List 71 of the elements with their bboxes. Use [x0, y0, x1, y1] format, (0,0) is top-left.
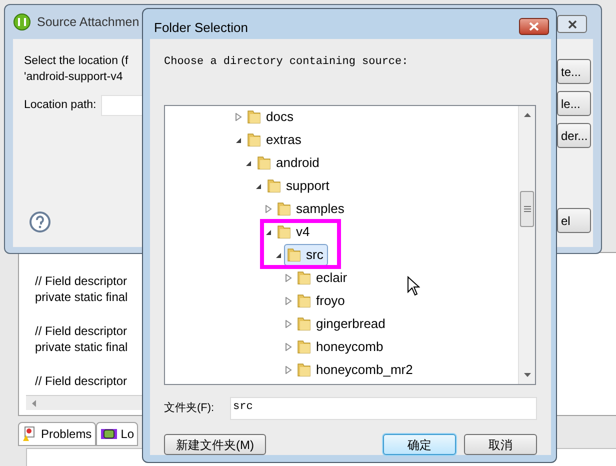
tree-item[interactable]: honeycomb: [294, 336, 388, 358]
dialog-title: Folder Selection: [154, 19, 248, 37]
folder-icon: [256, 155, 272, 171]
expanded-arrow-icon[interactable]: [255, 182, 262, 190]
close-button[interactable]: [557, 15, 587, 33]
dialog-button[interactable]: 取消: [464, 434, 537, 455]
tree-item[interactable]: froyo: [294, 290, 350, 312]
folder-tree[interactable]: docs extras android support samples v4 src eclair froyo gingerbread honeycomb honeycomb_mr2: [164, 104, 536, 385]
grip-icon: [524, 206, 530, 212]
folder-icon: [296, 316, 312, 332]
collapsed-arrow-icon[interactable]: [265, 205, 272, 213]
code-line: // Field descriptor: [35, 273, 128, 289]
side-button[interactable]: le...: [557, 91, 591, 116]
collapsed-arrow-icon[interactable]: [285, 366, 292, 374]
collapsed-arrow-icon[interactable]: [235, 113, 242, 121]
expanded-arrow-icon[interactable]: [235, 136, 242, 144]
folder-icon: [266, 178, 282, 194]
scroll-down-icon[interactable]: [524, 373, 531, 377]
tree-item[interactable]: honeycomb_mr2: [294, 359, 418, 381]
message-text: 'android-support-v4: [24, 70, 123, 85]
mouse-cursor-icon: [407, 276, 420, 296]
collapsed-arrow-icon[interactable]: [285, 320, 292, 328]
code-line: private static final: [35, 289, 128, 305]
tree-item[interactable]: src: [284, 244, 328, 266]
tree-item[interactable]: support: [264, 175, 334, 197]
app-logo-icon: [13, 13, 31, 32]
scroll-up-icon[interactable]: [524, 112, 531, 116]
folder-icon: [296, 293, 312, 309]
expanded-arrow-icon[interactable]: [275, 252, 282, 258]
code-line: // Field descriptor: [35, 373, 128, 389]
dialog-button[interactable]: 确定: [383, 434, 456, 455]
window-title: Source Attachmen: [37, 14, 140, 31]
folder-icon: [296, 270, 312, 286]
tree-item[interactable]: extras: [244, 129, 306, 151]
collapsed-arrow-icon[interactable]: [285, 343, 292, 351]
help-icon[interactable]: [29, 211, 51, 233]
scroll-left-icon[interactable]: [32, 400, 37, 407]
folder-icon: [296, 362, 312, 378]
tree-item[interactable]: eclair: [294, 267, 352, 289]
tree-item[interactable]: samples: [274, 198, 350, 220]
scroll-thumb[interactable]: [520, 190, 534, 226]
folder-label: 文件夹(F):: [164, 400, 216, 416]
collapsed-arrow-icon[interactable]: [285, 297, 292, 305]
folder-icon: [246, 109, 262, 125]
location-label: Location path:: [24, 98, 96, 113]
tree-item[interactable]: gingerbread: [294, 313, 390, 335]
folder-name-field[interactable]: src: [230, 397, 537, 420]
dialog-prompt: Choose a directory containing source:: [164, 55, 410, 70]
folder-icon: [276, 201, 292, 217]
folder-icon: [296, 339, 312, 355]
vertical-scrollbar[interactable]: [518, 106, 535, 384]
message-text: Select the location (f: [24, 54, 128, 69]
folder-icon: [276, 224, 292, 240]
expanded-arrow-icon[interactable]: [245, 160, 252, 166]
view-tab[interactable]: Problems: [18, 422, 96, 446]
tree-item[interactable]: docs: [244, 106, 298, 128]
tree-item[interactable]: android: [254, 152, 324, 174]
side-button[interactable]: der...: [557, 123, 591, 148]
code-line: private static final: [35, 339, 128, 355]
folder-icon: [286, 247, 302, 263]
close-icon: [529, 22, 539, 31]
view-tab[interactable]: Lo: [96, 422, 138, 446]
code-line: // Field descriptor: [35, 323, 128, 339]
dialog-button[interactable]: 新建文件夹(M): [164, 434, 266, 455]
expanded-arrow-icon[interactable]: [265, 228, 272, 236]
close-button[interactable]: [519, 18, 549, 35]
close-icon: [568, 20, 576, 28]
side-button[interactable]: te...: [557, 59, 591, 84]
collapsed-arrow-icon[interactable]: [285, 274, 292, 282]
folder-icon: [246, 132, 262, 148]
side-button[interactable]: el: [557, 208, 591, 233]
